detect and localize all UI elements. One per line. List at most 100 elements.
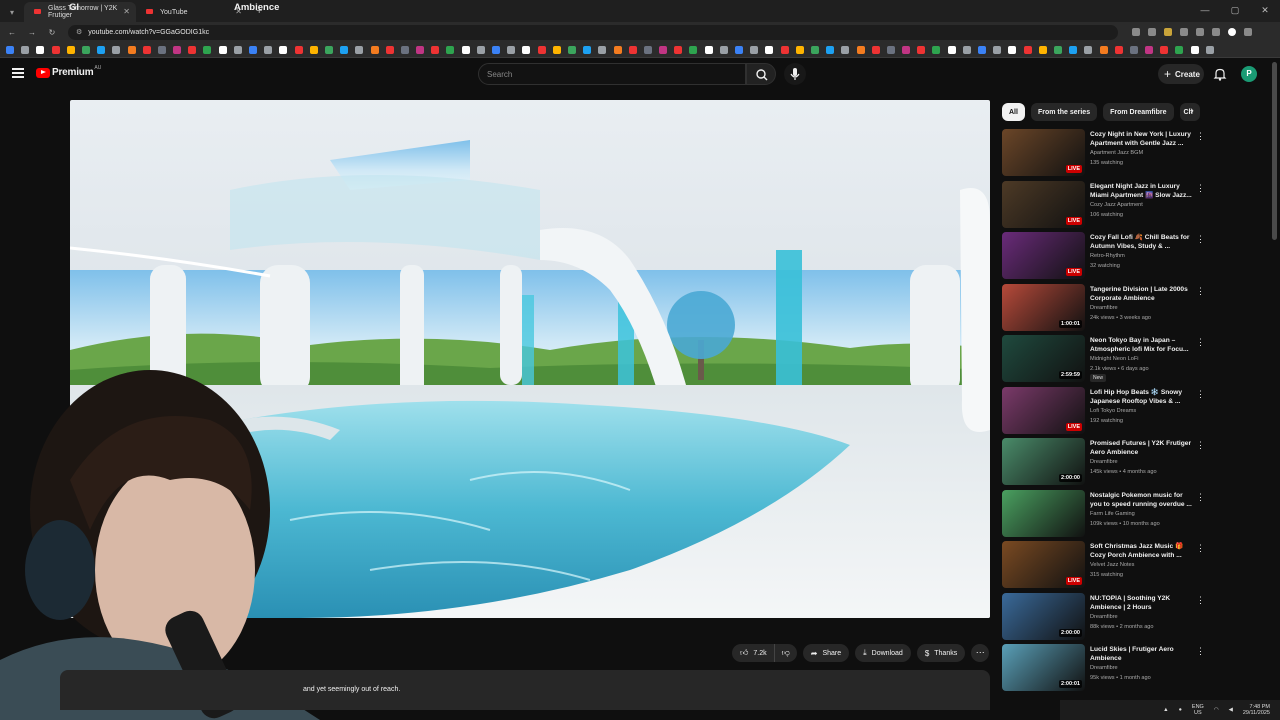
related-video-card[interactable]: 2:00:00 Promised Futures | Y2K Frutiger A… <box>1002 438 1206 490</box>
bookmark-favicon-icon[interactable] <box>1160 45 1169 54</box>
video-thumbnail[interactable]: 2:00:00 <box>1002 592 1085 640</box>
bookmark-favicon-icon[interactable] <box>1069 45 1078 54</box>
bookmark-favicon-icon[interactable] <box>446 45 455 54</box>
bookmark-favicon-icon[interactable] <box>1129 45 1138 54</box>
bookmark-favicon-icon[interactable] <box>750 45 759 54</box>
wifi-icon[interactable]: ◠ <box>1214 707 1219 713</box>
bookmark-favicon-icon[interactable] <box>1190 45 1199 54</box>
related-video-title[interactable]: Lucid Skies | Frutiger Aero Ambience <box>1090 645 1194 663</box>
bookmark-favicon-icon[interactable] <box>1205 45 1214 54</box>
bookmark-favicon-icon[interactable] <box>780 45 789 54</box>
reload-icon[interactable]: ↻ <box>44 28 60 37</box>
bookmark-favicon-icon[interactable] <box>1175 45 1184 54</box>
description-box[interactable] <box>60 670 990 710</box>
related-video-channel[interactable]: Dreamfibre <box>1090 665 1118 671</box>
chevron-right-icon[interactable]: › <box>1184 104 1200 120</box>
video-thumbnail[interactable]: 2:00:00 <box>1002 438 1085 485</box>
bookmark-favicon-icon[interactable] <box>36 45 45 54</box>
related-video-channel[interactable]: Lofi Tokyo Dreams <box>1090 408 1136 414</box>
bookmark-favicon-icon[interactable] <box>674 45 683 54</box>
close-tab-icon[interactable]: ✕ <box>123 7 130 16</box>
bookmark-favicon-icon[interactable] <box>598 45 607 54</box>
chip-from-dreamfibre[interactable]: From Dreamfibre <box>1103 103 1174 121</box>
bookmark-favicon-icon[interactable] <box>795 45 804 54</box>
bookmark-favicon-icon[interactable] <box>81 45 90 54</box>
tab-search-icon[interactable]: ▾ <box>0 2 24 22</box>
bookmark-favicon-icon[interactable] <box>583 45 592 54</box>
bookmark-favicon-icon[interactable] <box>21 45 30 54</box>
bookmark-favicon-icon[interactable] <box>431 45 440 54</box>
bookmark-favicon-icon[interactable] <box>385 45 394 54</box>
page-scrollbar[interactable] <box>1272 62 1277 240</box>
bookmark-favicon-icon[interactable] <box>704 45 713 54</box>
guide-menu-icon[interactable] <box>12 68 24 78</box>
bookmark-favicon-icon[interactable] <box>461 45 470 54</box>
bookmark-favicon-icon[interactable] <box>127 45 136 54</box>
bookmark-favicon-icon[interactable] <box>719 45 728 54</box>
bookmark-favicon-icon[interactable] <box>628 45 637 54</box>
site-info-icon[interactable]: ⚙ <box>76 28 82 36</box>
bookmark-favicon-icon[interactable] <box>552 45 561 54</box>
bookmark-favicon-icon[interactable] <box>416 45 425 54</box>
bookmark-favicon-icon[interactable] <box>492 45 500 54</box>
bookmark-favicon-icon[interactable] <box>264 45 273 54</box>
bookmark-favicon-icon[interactable] <box>476 45 485 54</box>
bookmark-favicon-icon[interactable] <box>962 45 971 54</box>
related-video-card[interactable]: LIVE Cozy Fall Lofi 🍂 Chill Beats for Aut… <box>1002 232 1206 284</box>
bookmark-favicon-icon[interactable] <box>735 45 743 54</box>
related-video-channel[interactable]: Apartment Jazz BGM <box>1090 150 1143 156</box>
kebab-menu-icon[interactable]: ⋮ <box>1196 234 1205 245</box>
related-video-channel[interactable]: Dreamfibre <box>1090 305 1118 311</box>
related-video-card[interactable]: 2:00:00 NU:TOPIA | Soothing Y2K Ambience … <box>1002 592 1206 645</box>
related-video-card[interactable]: LIVE Lofi Hip Hop Beats ❄️ Snowy Japanese… <box>1002 386 1206 439</box>
bookmark-favicon-icon[interactable] <box>993 45 1002 54</box>
related-video-card[interactable]: 2:59:59 Neon Tokyo Bay in Japan – Atmosph… <box>1002 335 1206 387</box>
related-video-channel[interactable]: Retro-Rhythm <box>1090 253 1125 259</box>
kebab-menu-icon[interactable]: ⋮ <box>1196 492 1205 503</box>
tray-app-icon[interactable]: ● <box>1179 707 1182 713</box>
download-button[interactable]: ⤓ Download <box>855 644 911 662</box>
bookmark-favicon-icon[interactable] <box>932 45 941 54</box>
bookmark-favicon-icon[interactable] <box>507 45 516 54</box>
kebab-menu-icon[interactable]: ⋮ <box>1196 595 1205 606</box>
input-language[interactable]: ENG US <box>1192 704 1204 717</box>
kebab-menu-icon[interactable]: ⋮ <box>1196 337 1205 348</box>
video-thumbnail[interactable]: LIVE <box>1002 386 1085 434</box>
bookmark-favicon-icon[interactable] <box>400 45 409 54</box>
dislike-button[interactable]: 👎︎ <box>774 644 797 662</box>
bookmark-favicon-icon[interactable] <box>1114 45 1123 54</box>
notifications-bell-icon[interactable] <box>1212 66 1228 82</box>
kebab-menu-icon[interactable]: ⋮ <box>1196 183 1205 194</box>
bookmark-favicon-icon[interactable] <box>917 45 926 54</box>
video-thumbnail[interactable]: LIVE <box>1002 232 1085 279</box>
forward-icon[interactable]: → <box>24 28 40 37</box>
account-avatar[interactable]: P <box>1241 66 1257 82</box>
bookmark-favicon-icon[interactable] <box>613 45 622 54</box>
bookmark-favicon-icon[interactable] <box>249 45 257 54</box>
bookmark-favicon-icon[interactable] <box>1099 45 1108 54</box>
volume-icon[interactable]: ◀ <box>1229 707 1233 713</box>
bookmark-favicon-icon[interactable] <box>1053 45 1062 54</box>
bookmark-favicon-icon[interactable] <box>522 45 531 54</box>
bookmark-favicon-icon[interactable] <box>188 45 197 54</box>
related-video-channel[interactable]: Cozy Jazz Apartment <box>1090 202 1143 208</box>
bookmark-favicon-icon[interactable] <box>370 45 379 54</box>
bookmark-favicon-icon[interactable] <box>324 45 333 54</box>
bookmark-favicon-icon[interactable] <box>902 45 911 54</box>
bookmark-favicon-icon[interactable] <box>173 45 182 54</box>
browser-tab-active[interactable]: Glass Tomorrow | Y2K Frutiger ✕ <box>24 2 136 22</box>
bookmark-favicon-icon[interactable] <box>643 45 652 54</box>
related-video-title[interactable]: Lofi Hip Hop Beats ❄️ Snowy Japanese Roo… <box>1090 388 1194 406</box>
bookmark-favicon-icon[interactable] <box>886 45 895 54</box>
related-video-channel[interactable]: Midnight Neon LoFi <box>1090 356 1139 362</box>
related-video-title[interactable]: Cozy Fall Lofi 🍂 Chill Beats for Autumn … <box>1090 233 1194 251</box>
bookmark-favicon-icon[interactable] <box>51 45 60 54</box>
address-bar[interactable]: ⚙ youtube.com/watch?v=GGaGODIG1kc <box>68 24 1118 40</box>
bookmark-favicon-icon[interactable] <box>947 45 956 54</box>
bookmark-favicon-icon[interactable] <box>871 45 880 54</box>
bookmark-favicon-icon[interactable] <box>309 45 318 54</box>
related-video-title[interactable]: Neon Tokyo Bay in Japan – Atmospheric lo… <box>1090 336 1194 354</box>
related-video-channel[interactable]: Velvet Jazz Notes <box>1090 562 1134 568</box>
browser-tab[interactable]: YouTube ✕ <box>136 2 248 22</box>
maximize-icon[interactable]: ▢ <box>1220 0 1250 20</box>
